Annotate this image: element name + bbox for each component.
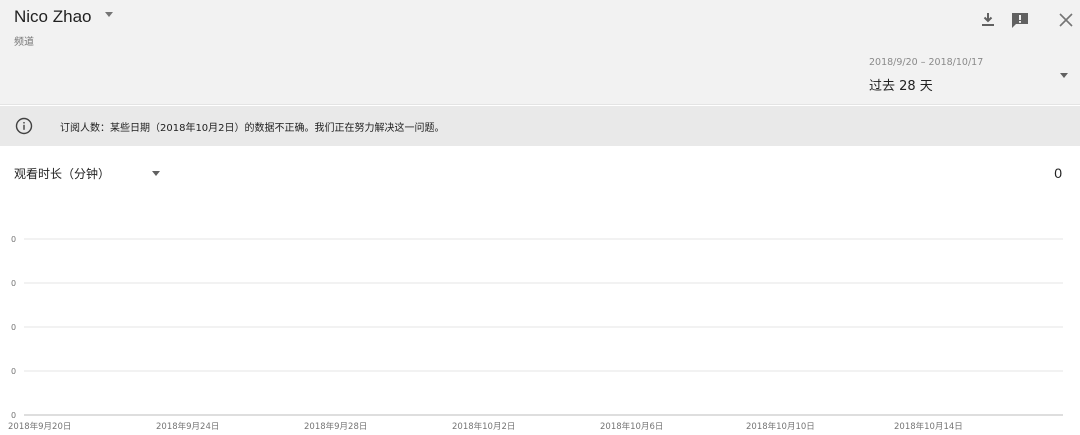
chevron-down-icon — [152, 171, 161, 176]
notice-text: 订阅人数：某些日期（2018年10月2日）的数据不正确。我们正在努力解决这一问题… — [60, 122, 445, 134]
y-tick-label: 0 — [11, 323, 16, 332]
y-tick-label: 0 — [11, 235, 16, 244]
info-icon — [15, 117, 33, 135]
y-tick-label: 0 — [11, 279, 16, 288]
date-range-dates: 2018/9/20 – 2018/10/17 — [869, 57, 984, 68]
date-range-label: 过去 28 天 — [869, 79, 933, 94]
channel-selector[interactable]: Nico Zhao — [14, 7, 114, 27]
x-tick-label: 2018年10月2日 — [452, 421, 515, 432]
x-tick-label: 2018年9月20日 — [8, 421, 71, 432]
x-tick-label: 2018年10月6日 — [600, 421, 663, 432]
close-icon[interactable] — [1054, 8, 1078, 32]
date-range-selector[interactable]: 2018/9/20 – 2018/10/17 过去 28 天 — [869, 57, 1074, 97]
channel-type-label: 频道 — [14, 37, 34, 48]
x-tick-label: 2018年9月24日 — [156, 421, 219, 432]
y-tick-label: 0 — [11, 411, 16, 420]
metric-label: 观看时长（分钟） — [14, 167, 111, 181]
report-header: Nico Zhao 频道 2018/9/20 – 2018/10/17 过去 2… — [0, 0, 1080, 105]
x-tick-label: 2018年10月14日 — [894, 421, 963, 432]
metric-total: 0 — [1054, 165, 1062, 181]
metric-selector[interactable]: 观看时长（分钟） — [14, 165, 161, 182]
x-tick-label: 2018年9月28日 — [304, 421, 367, 432]
feedback-icon[interactable] — [1008, 8, 1032, 32]
channel-name: Nico Zhao — [14, 7, 92, 26]
download-icon[interactable] — [976, 8, 1000, 32]
x-tick-label: 2018年10月10日 — [746, 421, 815, 432]
chevron-down-icon — [1060, 73, 1068, 78]
y-tick-label: 0 — [11, 367, 16, 376]
watch-time-chart: 000002018年9月20日 2018年9月24日 2018年9月28日 2018年… — [8, 235, 1063, 432]
data-notice-banner: 订阅人数：某些日期（2018年10月2日）的数据不正确。我们正在努力解决这一问题… — [0, 106, 1080, 146]
chevron-down-icon — [105, 11, 114, 17]
